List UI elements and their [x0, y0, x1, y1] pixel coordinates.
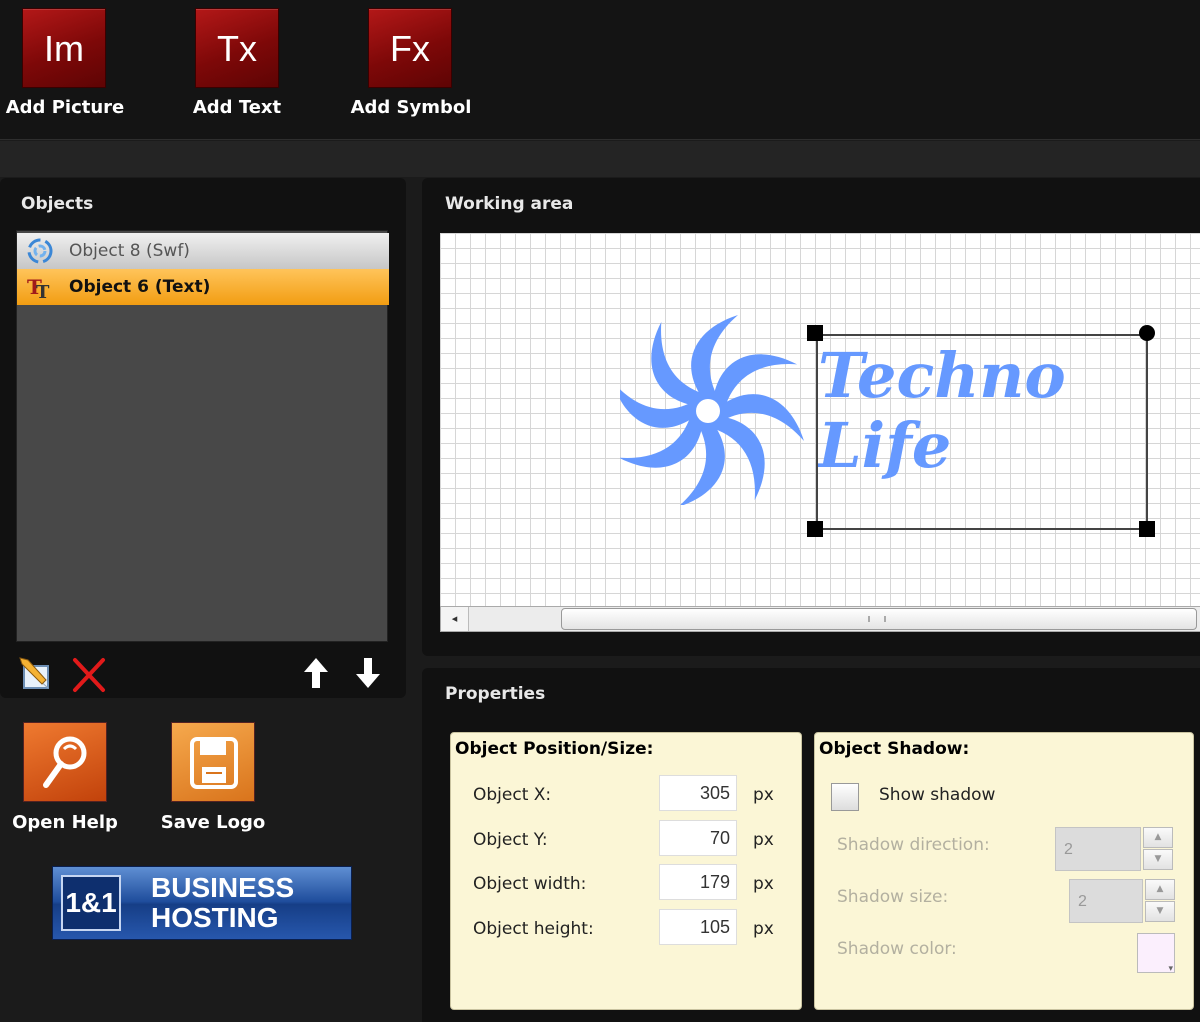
- scrollbar-grip: [868, 616, 886, 622]
- shadow-direction-stepper[interactable]: 2 ▲ ▼: [1055, 827, 1173, 871]
- stepper-down-arrow-icon[interactable]: ▼: [1143, 849, 1173, 870]
- add-symbol-icon: Fx: [368, 8, 452, 88]
- show-shadow-checkbox[interactable]: [831, 783, 859, 811]
- delete-x-icon[interactable]: [70, 656, 108, 698]
- shadow-size-label: Shadow size:: [837, 887, 949, 907]
- add-picture-label: Add Picture: [5, 97, 125, 118]
- resize-handle-top-left[interactable]: [807, 325, 823, 341]
- resize-handle-bottom-left[interactable]: [807, 521, 823, 537]
- edit-object-icon[interactable]: [18, 656, 56, 696]
- properties-title: Properties: [445, 684, 546, 704]
- toolbar: Im Add Picture Tx Add Text Fx Add Symbol: [0, 0, 1200, 140]
- object-width-row: Object width: 179 px: [451, 864, 801, 904]
- list-item-object-8[interactable]: Object 8 (Swf): [17, 233, 389, 269]
- object-height-unit: px: [753, 919, 774, 939]
- banner-text: BUSINESS HOSTING: [151, 873, 294, 933]
- shadow-size-stepper[interactable]: 2 ▲ ▼: [1069, 879, 1175, 923]
- properties-panel: Properties Object Position/Size: Object …: [422, 668, 1200, 1022]
- object-width-label: Object width:: [473, 874, 587, 894]
- stepper-up-arrow-icon[interactable]: ▲: [1145, 879, 1175, 900]
- stepper-up-arrow-icon[interactable]: ▲: [1143, 827, 1173, 848]
- move-down-arrow-icon[interactable]: [354, 656, 382, 694]
- working-area-title: Working area: [445, 194, 574, 214]
- banner-line-2: HOSTING: [151, 902, 279, 933]
- shadow-direction-field[interactable]: 2: [1055, 827, 1141, 871]
- save-logo-label: Save Logo: [160, 812, 266, 833]
- stepper-down-arrow-icon[interactable]: ▼: [1145, 901, 1175, 922]
- working-area-panel: Working area Techno Life ◂: [422, 178, 1200, 656]
- floppy-save-icon: [171, 722, 255, 802]
- add-picture-icon: Im: [22, 8, 106, 88]
- object-6-label: Object 6 (Text): [69, 277, 211, 297]
- svg-text:T: T: [36, 282, 50, 300]
- object-y-row: Object Y: 70 px: [451, 820, 801, 860]
- objects-toolbar: [0, 648, 406, 698]
- move-up-arrow-icon[interactable]: [302, 656, 330, 694]
- open-help-label: Open Help: [12, 812, 118, 833]
- object-y-unit: px: [753, 830, 774, 850]
- save-logo-button[interactable]: Save Logo: [148, 722, 278, 833]
- scrollbar-thumb[interactable]: [561, 608, 1197, 630]
- swirl-symbol[interactable]: [620, 315, 820, 505]
- object-width-unit: px: [753, 874, 774, 894]
- resize-handle-bottom-right[interactable]: [1139, 521, 1155, 537]
- add-text-icon: Tx: [195, 8, 279, 88]
- object-x-unit: px: [753, 785, 774, 805]
- object-height-label: Object height:: [473, 919, 594, 939]
- canvas[interactable]: Techno Life: [440, 233, 1200, 606]
- banner-line-1: BUSINESS: [151, 872, 295, 903]
- horizontal-scrollbar[interactable]: ◂: [440, 606, 1200, 632]
- selection-box[interactable]: [816, 334, 1148, 530]
- open-help-button[interactable]: Open Help: [0, 722, 130, 833]
- shadow-color-label: Shadow color:: [837, 939, 957, 959]
- objects-panel: Objects Object 8 (Swf) T T Object 6 (Tex…: [0, 178, 406, 698]
- shadow-direction-label: Shadow direction:: [837, 835, 990, 855]
- position-size-group: Object Position/Size: Object X: 305 px O…: [450, 732, 802, 1010]
- list-item-object-6[interactable]: T T Object 6 (Text): [17, 269, 389, 305]
- object-height-field[interactable]: 105: [659, 909, 737, 945]
- add-text-label: Add Text: [192, 97, 282, 118]
- add-symbol-label: Add Symbol: [350, 97, 472, 118]
- shadow-color-swatch[interactable]: [1137, 933, 1175, 974]
- object-x-field[interactable]: 305: [659, 775, 737, 811]
- objects-list[interactable]: Object 8 (Swf) T T Object 6 (Text): [16, 230, 389, 642]
- objects-panel-title: Objects: [21, 194, 94, 214]
- swf-swirl-icon: [25, 238, 55, 264]
- shadow-group: Object Shadow: Show shadow Shadow direct…: [814, 732, 1194, 1010]
- banner-logo: 1&1: [61, 875, 121, 931]
- object-8-label: Object 8 (Swf): [69, 241, 190, 261]
- scroll-left-arrow-icon[interactable]: ◂: [441, 607, 469, 631]
- text-tt-icon: T T: [25, 274, 55, 300]
- object-height-row: Object height: 105 px: [451, 909, 801, 949]
- shadow-size-field[interactable]: 2: [1069, 879, 1143, 923]
- position-size-header: Object Position/Size:: [455, 739, 654, 759]
- object-y-label: Object Y:: [473, 830, 548, 850]
- object-x-label: Object X:: [473, 785, 552, 805]
- show-shadow-label: Show shadow: [879, 785, 996, 805]
- object-width-field[interactable]: 179: [659, 864, 737, 900]
- shadow-header: Object Shadow:: [819, 739, 970, 759]
- business-hosting-banner[interactable]: 1&1 BUSINESS HOSTING: [52, 866, 352, 940]
- rotate-handle[interactable]: [1139, 325, 1155, 341]
- object-y-field[interactable]: 70: [659, 820, 737, 856]
- object-x-row: Object X: 305 px: [451, 775, 801, 815]
- toolbar-divider-strip: [0, 141, 1200, 177]
- magnifier-help-icon: [23, 722, 107, 802]
